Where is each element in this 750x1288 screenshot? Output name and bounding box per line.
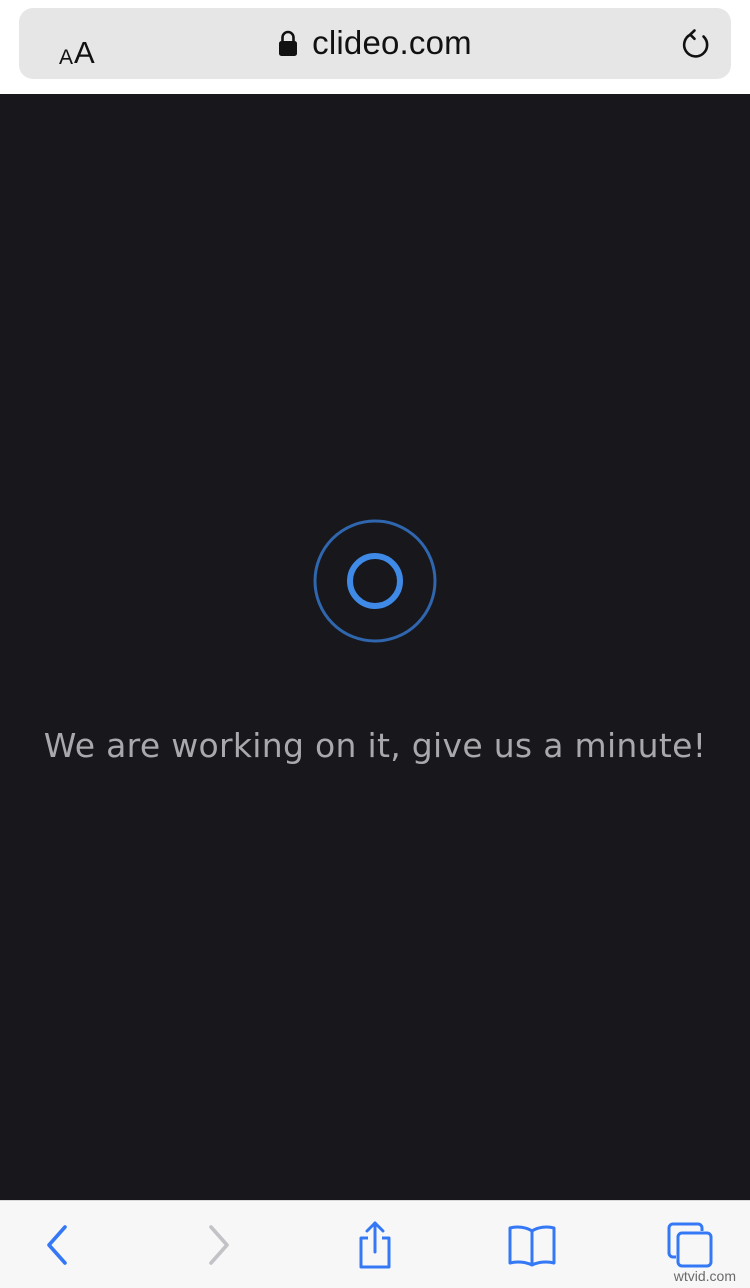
tabs-button[interactable] bbox=[660, 1219, 720, 1271]
loading-spinner-icon bbox=[313, 519, 437, 643]
forward-icon bbox=[209, 1225, 229, 1265]
status-message: We are working on it, give us a minute! bbox=[43, 726, 707, 765]
url-display[interactable]: clideo.com bbox=[0, 23, 750, 63]
address-bar-area: A A clideo.com bbox=[0, 0, 750, 94]
lock-icon bbox=[279, 30, 298, 56]
tabs-icon bbox=[667, 1222, 713, 1268]
share-icon bbox=[359, 1221, 391, 1269]
page-content: We are working on it, give us a minute! bbox=[0, 94, 750, 1200]
bottom-toolbar: wtvid.com bbox=[0, 1200, 750, 1288]
url-text: clideo.com bbox=[312, 24, 472, 61]
reload-icon[interactable] bbox=[678, 27, 714, 63]
bookmarks-icon bbox=[508, 1225, 556, 1267]
forward-button[interactable] bbox=[188, 1219, 248, 1271]
back-icon bbox=[47, 1225, 67, 1265]
back-button[interactable] bbox=[28, 1219, 88, 1271]
share-button[interactable] bbox=[345, 1219, 405, 1271]
watermark-text: wtvid.com bbox=[673, 1268, 736, 1284]
browser-page: A A clideo.com We are working on it, giv… bbox=[0, 0, 750, 1288]
bookmarks-button[interactable] bbox=[502, 1219, 562, 1271]
